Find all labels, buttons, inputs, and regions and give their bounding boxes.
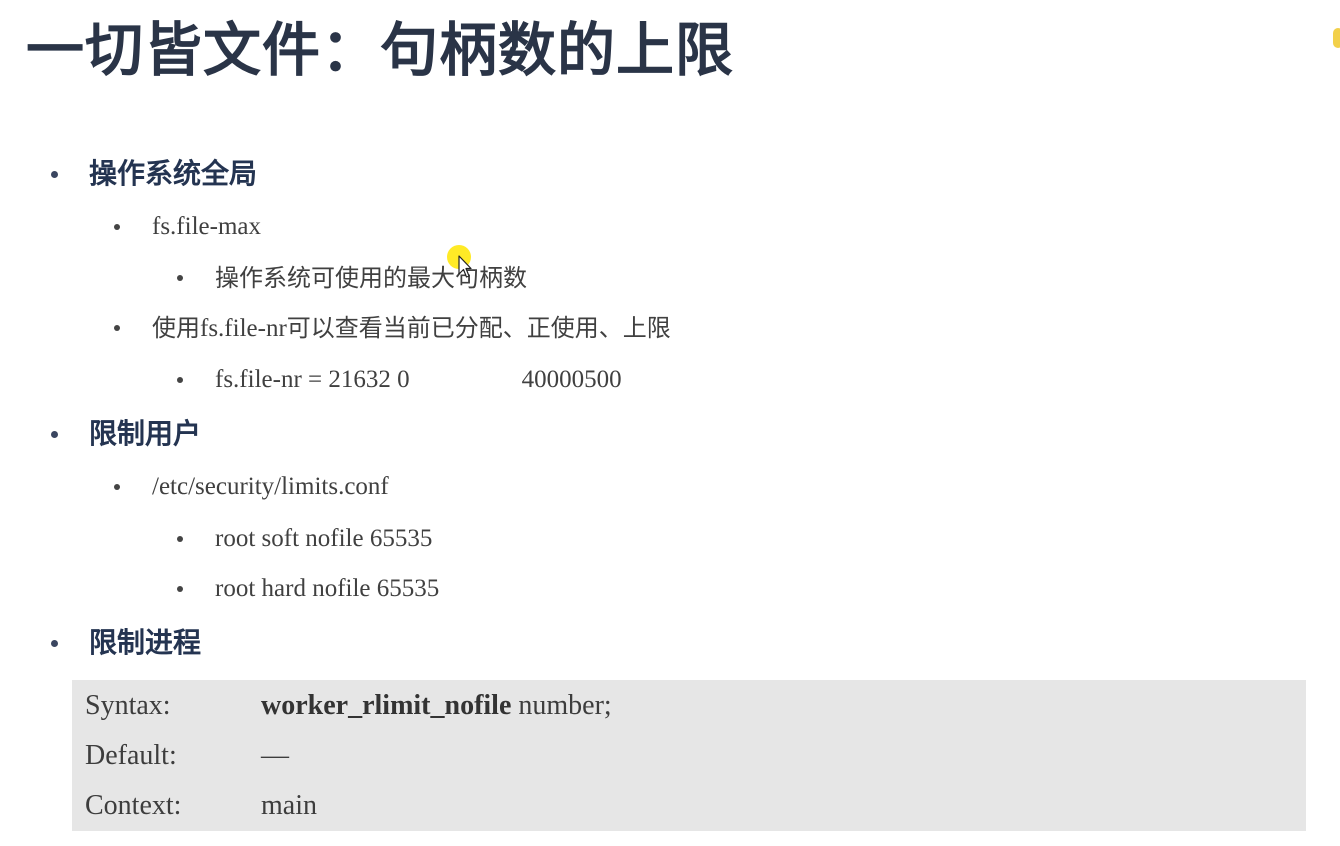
syntax-box: Syntax: worker_rlimit_nofile number; Def…: [72, 680, 1306, 831]
bullet-dot: [114, 484, 120, 490]
section-heading-process-limit: 限制进程: [51, 625, 202, 661]
context-value: main: [261, 790, 317, 821]
list-item-text: 操作系统可使用的最大句柄数: [215, 264, 527, 292]
bullet-dot: [51, 171, 58, 178]
list-item-text-part: 可以查看当前已分配、正使用、上限: [286, 314, 671, 342]
directive-args: number;: [511, 690, 612, 721]
list-item-file-nr: 使用fs.file-nr可以查看当前已分配、正使用、上限: [114, 312, 671, 345]
list-item-limits-conf: /etc/security/limits.conf: [114, 471, 389, 503]
mouse-pointer-icon: [458, 255, 472, 278]
list-item-file-max: fs.file-max: [114, 211, 261, 243]
list-item-hard-nofile: root hard nofile 65535: [177, 573, 440, 605]
file-nr-values: fs.file-nr = 21632 0: [215, 366, 410, 393]
list-item-text: root hard nofile 65535: [215, 575, 440, 602]
slide-title: 一切皆文件：句柄数的上限: [26, 16, 735, 84]
bullet-dot: [177, 377, 183, 383]
default-label: Default:: [85, 740, 177, 771]
list-item-text-part: 使用: [152, 314, 200, 342]
section-heading-os-global: 操作系统全局: [51, 156, 258, 192]
list-item-text: root soft nofile 65535: [215, 525, 433, 552]
edge-highlight: [1333, 28, 1340, 48]
file-nr-limit: 40000500: [521, 366, 622, 393]
section-heading-text: 限制用户: [89, 417, 202, 450]
syntax-value: worker_rlimit_nofile number;: [261, 688, 612, 724]
list-item-text: /etc/security/limits.conf: [152, 473, 389, 500]
bullet-dot: [114, 224, 120, 230]
bullet-dot: [177, 275, 183, 281]
list-item-code: fs.file-nr: [200, 315, 287, 342]
list-item-text: fs.file-max: [152, 213, 261, 240]
section-heading-user-limit: 限制用户: [51, 416, 202, 452]
list-item-soft-nofile: root soft nofile 65535: [177, 523, 433, 555]
bullet-dot: [51, 640, 58, 647]
context-label: Context:: [85, 790, 182, 821]
directive-name: worker_rlimit_nofile: [261, 690, 512, 721]
bullet-dot: [51, 431, 58, 438]
default-value: —: [261, 740, 289, 771]
section-heading-text: 限制进程: [89, 626, 202, 659]
bullet-dot: [177, 536, 183, 542]
list-item-file-max-desc: 操作系统可使用的最大句柄数: [177, 262, 527, 295]
bullet-dot: [114, 325, 120, 331]
syntax-label: Syntax:: [85, 690, 171, 721]
list-item-file-nr-value: fs.file-nr = 21632 0 40000500: [177, 364, 622, 396]
section-heading-text: 操作系统全局: [89, 157, 258, 190]
bullet-dot: [177, 586, 183, 592]
